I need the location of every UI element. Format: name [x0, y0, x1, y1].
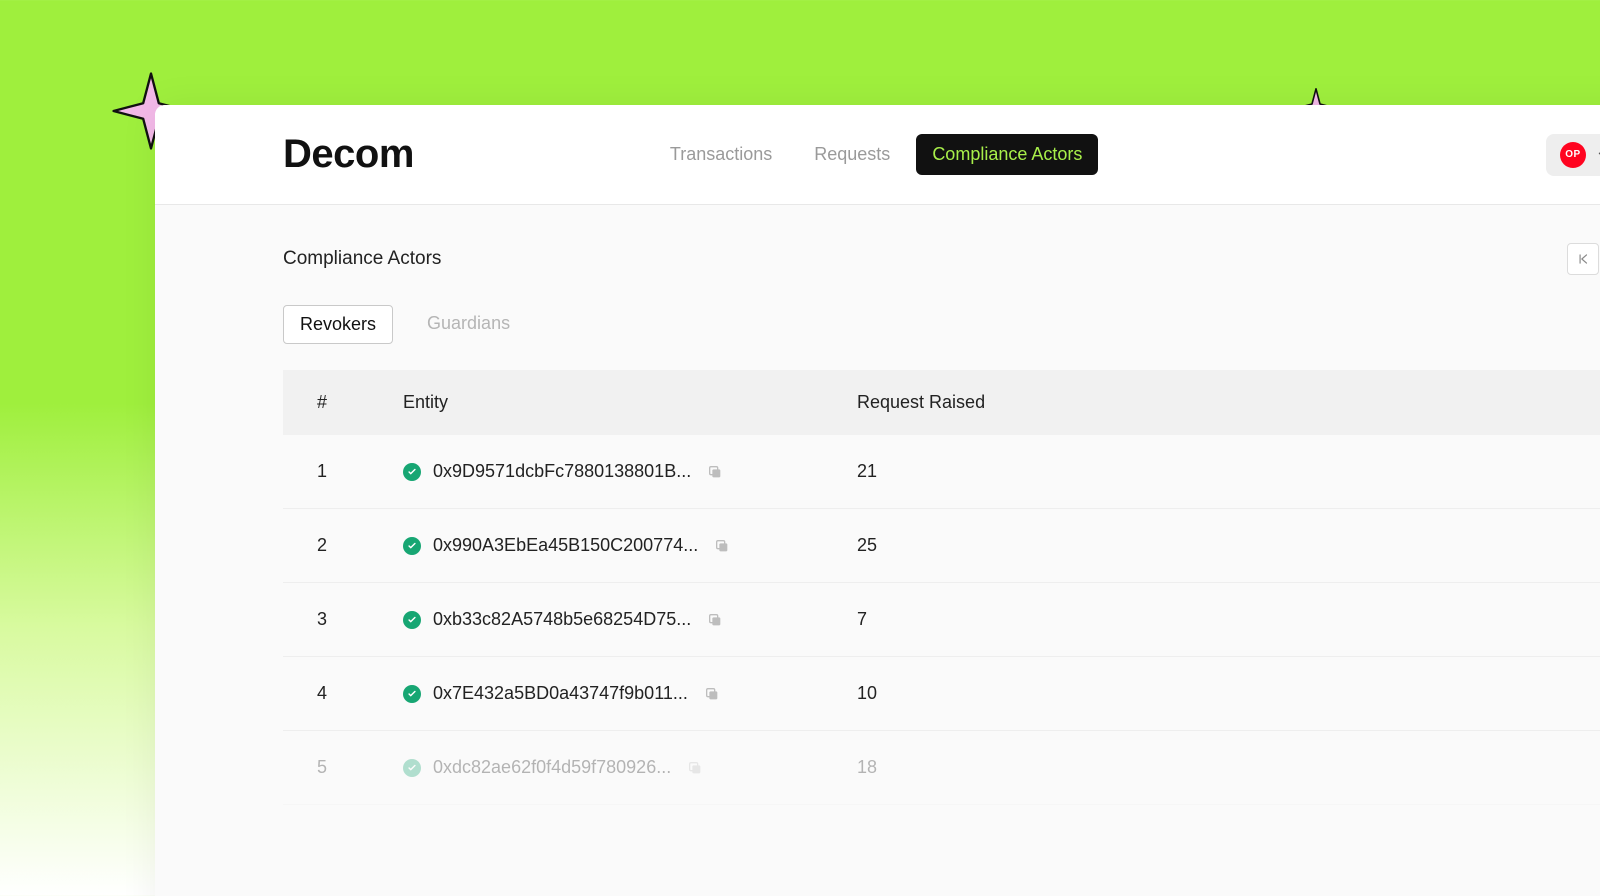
- tab-guardians[interactable]: Guardians: [411, 305, 526, 344]
- brand-logo: Decom: [283, 132, 414, 177]
- primary-nav: Transactions Requests Compliance Actors: [654, 134, 1099, 175]
- row-entity: 0xdc82ae62f0f4d59f780926...: [403, 757, 857, 778]
- table-row[interactable]: 1 0x9D9571dcbFc7880138801B... 21: [283, 435, 1600, 509]
- page-title: Compliance Actors: [283, 248, 441, 270]
- verified-icon: [403, 611, 421, 629]
- nav-requests[interactable]: Requests: [798, 134, 906, 175]
- row-request-raised: 10: [857, 683, 1600, 704]
- copy-icon[interactable]: [687, 760, 703, 776]
- row-entity: 0x9D9571dcbFc7880138801B...: [403, 461, 857, 482]
- row-index: 5: [317, 757, 403, 778]
- actors-table: # Entity Request Raised 1 0x9D9571dcbFc78…: [283, 370, 1600, 805]
- verified-icon: [403, 463, 421, 481]
- topbar-right: OP 0x56: [1546, 134, 1600, 176]
- pagination: Page 1 of 2: [1567, 243, 1600, 275]
- entity-address: 0xdc82ae62f0f4d59f780926...: [433, 757, 671, 778]
- entity-address: 0x7E432a5BD0a43747f9b011...: [433, 683, 688, 704]
- verified-icon: [403, 685, 421, 703]
- col-entity: Entity: [403, 392, 857, 413]
- row-index: 3: [317, 609, 403, 630]
- row-index: 4: [317, 683, 403, 704]
- row-request-raised: 7: [857, 609, 1600, 630]
- pager-first-button[interactable]: [1567, 243, 1599, 275]
- row-request-raised: 18: [857, 757, 1600, 778]
- table-row[interactable]: 3 0xb33c82A5748b5e68254D75... 7: [283, 583, 1600, 657]
- table-row[interactable]: 2 0x990A3EbEa45B150C200774... 25: [283, 509, 1600, 583]
- copy-icon[interactable]: [707, 464, 723, 480]
- row-request-raised: 21: [857, 461, 1600, 482]
- col-request-raised: Request Raised: [857, 392, 1600, 413]
- verified-icon: [403, 759, 421, 777]
- network-selector[interactable]: OP: [1546, 134, 1600, 176]
- tab-revokers[interactable]: Revokers: [283, 305, 393, 344]
- entity-address: 0x9D9571dcbFc7880138801B...: [433, 461, 691, 482]
- row-entity: 0xb33c82A5748b5e68254D75...: [403, 609, 857, 630]
- entity-address: 0xb33c82A5748b5e68254D75...: [433, 609, 691, 630]
- nav-transactions[interactable]: Transactions: [654, 134, 788, 175]
- topbar: Decom Transactions Requests Compliance A…: [155, 105, 1600, 205]
- table-header: # Entity Request Raised: [283, 370, 1600, 435]
- col-index: #: [317, 392, 403, 413]
- copy-icon[interactable]: [704, 686, 720, 702]
- row-request-raised: 25: [857, 535, 1600, 556]
- optimism-icon: OP: [1560, 142, 1586, 168]
- entity-address: 0x990A3EbEa45B150C200774...: [433, 535, 698, 556]
- subtabs: Revokers Guardians: [283, 305, 1600, 344]
- app-surface: Decom Transactions Requests Compliance A…: [155, 105, 1600, 896]
- copy-icon[interactable]: [714, 538, 730, 554]
- verified-icon: [403, 537, 421, 555]
- nav-compliance-actors[interactable]: Compliance Actors: [916, 134, 1098, 175]
- table-row[interactable]: 4 0x7E432a5BD0a43747f9b011... 10: [283, 657, 1600, 731]
- row-entity: 0x990A3EbEa45B150C200774...: [403, 535, 857, 556]
- row-index: 2: [317, 535, 403, 556]
- row-entity: 0x7E432a5BD0a43747f9b011...: [403, 683, 857, 704]
- first-page-icon: [1576, 252, 1590, 266]
- table-row[interactable]: 5 0xdc82ae62f0f4d59f780926... 18: [283, 731, 1600, 805]
- row-index: 1: [317, 461, 403, 482]
- copy-icon[interactable]: [707, 612, 723, 628]
- chevron-down-icon: [1596, 148, 1600, 162]
- page-content: Compliance Actors Page 1 of 2 Revokers G…: [155, 205, 1600, 805]
